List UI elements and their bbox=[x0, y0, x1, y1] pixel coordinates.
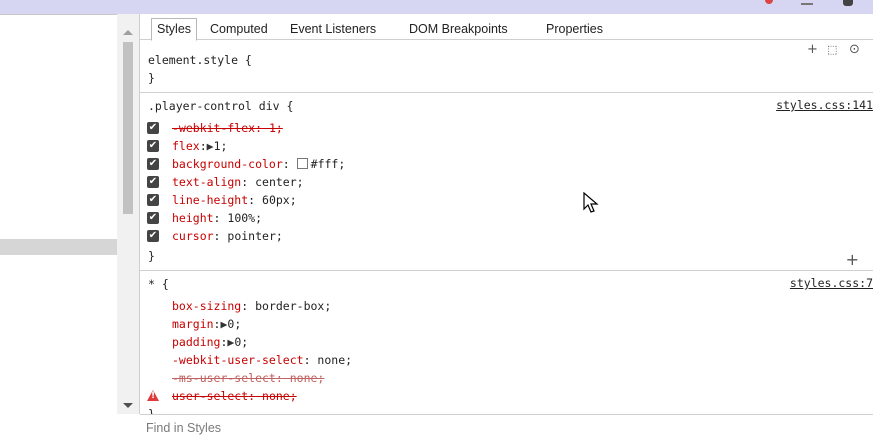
tab-styles[interactable]: Styles bbox=[151, 18, 198, 41]
styles-panel: Styles Computed Event Listeners DOM Brea… bbox=[140, 14, 873, 414]
property-line[interactable]: -webkit-flex: 1; bbox=[172, 120, 283, 136]
top-toolbar bbox=[0, 0, 873, 14]
source-link[interactable]: styles.css:7 bbox=[790, 276, 873, 290]
property-checkbox[interactable]: ✔ bbox=[147, 212, 159, 224]
property-line[interactable]: -webkit-user-select: none; bbox=[172, 352, 352, 368]
property-line[interactable]: margin:▶0; bbox=[172, 316, 241, 332]
expand-triangle-icon[interactable]: ▶ bbox=[207, 139, 214, 153]
property-checkbox[interactable]: ✔ bbox=[147, 176, 159, 188]
tab-dom-breakpoints[interactable]: DOM Breakpoints bbox=[404, 19, 513, 39]
find-in-styles-input[interactable]: Find in Styles bbox=[146, 421, 221, 435]
property-checkbox[interactable]: ✔ bbox=[147, 230, 159, 242]
record-icon[interactable] bbox=[765, 0, 773, 4]
divider bbox=[140, 92, 873, 93]
rule-selector[interactable]: * { bbox=[148, 276, 169, 292]
selected-node-row[interactable] bbox=[0, 239, 117, 255]
property-line[interactable]: background-color: #fff; bbox=[172, 156, 345, 172]
sidebar-tabs: Styles Computed Event Listeners DOM Brea… bbox=[140, 14, 873, 41]
settings-icon[interactable] bbox=[843, 0, 853, 6]
element-state-icon[interactable]: ⬚ bbox=[827, 43, 837, 56]
list-icon[interactable] bbox=[801, 3, 813, 5]
property-checkbox[interactable]: ✔ bbox=[147, 140, 159, 152]
plus-icon[interactable]: + bbox=[846, 250, 859, 269]
scroll-down-arrow-icon[interactable] bbox=[123, 403, 133, 408]
rule-close: } bbox=[148, 407, 155, 414]
divider bbox=[140, 270, 873, 271]
rule-selector[interactable]: .player-control div { bbox=[148, 98, 293, 114]
tab-event-listeners[interactable]: Event Listeners bbox=[285, 19, 381, 39]
property-line[interactable]: cursor: pointer; bbox=[172, 228, 283, 244]
property-checkbox[interactable]: ✔ bbox=[147, 122, 159, 134]
styles-toolbar: + ⬚ ⊙ bbox=[807, 42, 867, 58]
dom-tree-pane[interactable] bbox=[0, 14, 117, 415]
plus-icon[interactable]: + bbox=[807, 42, 818, 57]
scroll-up-arrow-icon[interactable] bbox=[123, 30, 133, 35]
tab-properties[interactable]: Properties bbox=[541, 19, 608, 39]
play-circle-icon[interactable]: ⊙ bbox=[849, 42, 860, 57]
property-checkbox[interactable]: ✔ bbox=[147, 194, 159, 206]
property-line[interactable]: height: 100%; bbox=[172, 210, 262, 226]
property-line[interactable]: line-height: 60px; bbox=[172, 192, 297, 208]
property-line[interactable]: -ms-user-select: none; bbox=[172, 370, 324, 386]
element-style-selector[interactable]: element.style { bbox=[148, 52, 252, 68]
scrollbar[interactable] bbox=[117, 14, 140, 414]
find-in-styles-bar[interactable]: Find in Styles bbox=[140, 414, 873, 440]
property-checkbox[interactable]: ✔ bbox=[147, 158, 159, 170]
scroll-thumb[interactable] bbox=[123, 42, 133, 214]
rule-close: } bbox=[148, 249, 155, 263]
property-line[interactable]: flex:▶1; bbox=[172, 138, 227, 154]
property-line[interactable]: text-align: center; bbox=[172, 174, 304, 190]
property-line[interactable]: user-select: none; bbox=[172, 388, 297, 404]
tab-computed[interactable]: Computed bbox=[205, 19, 273, 39]
property-line[interactable]: box-sizing: border-box; bbox=[172, 298, 331, 314]
warning-icon[interactable]: ! bbox=[147, 390, 159, 401]
color-swatch[interactable] bbox=[296, 158, 308, 169]
element-style-close: } bbox=[148, 71, 155, 85]
property-line[interactable]: padding:▶0; bbox=[172, 334, 248, 350]
source-link[interactable]: styles.css:141 bbox=[776, 98, 873, 112]
